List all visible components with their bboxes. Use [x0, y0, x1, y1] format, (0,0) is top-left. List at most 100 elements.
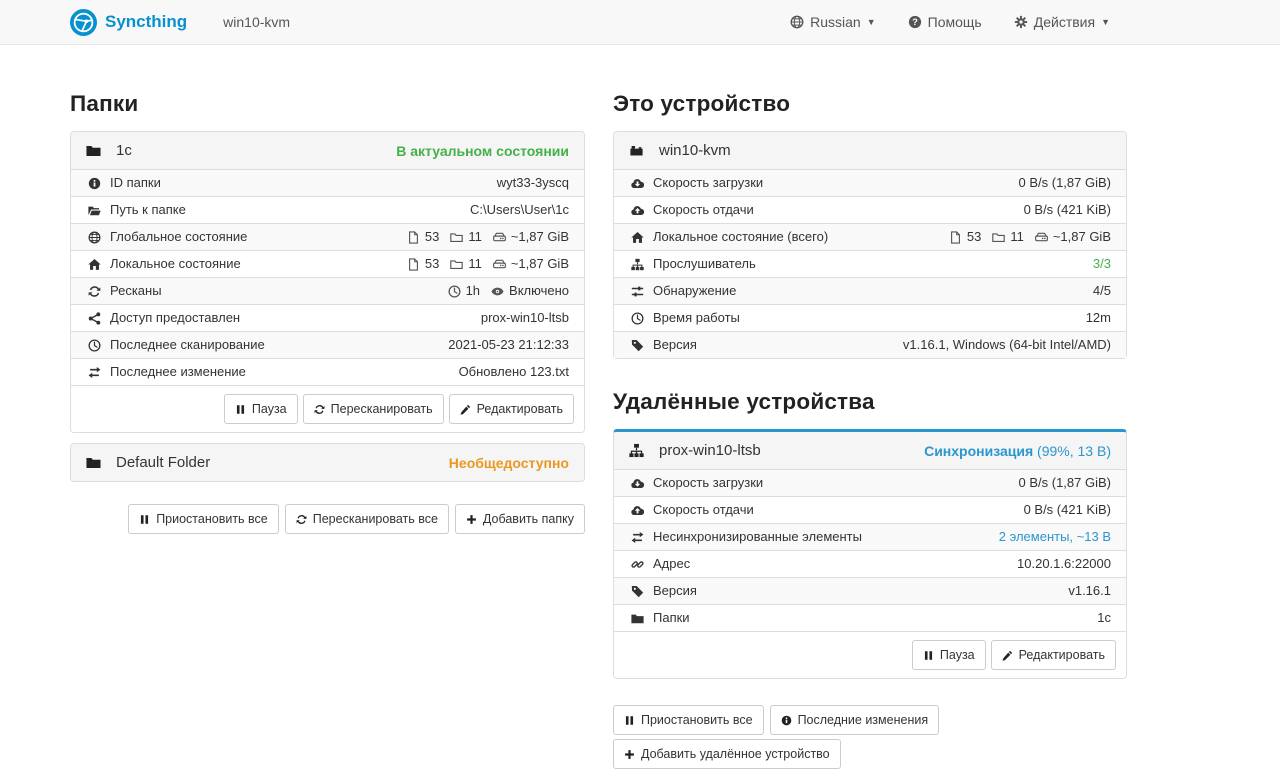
row-label: Папки: [629, 608, 690, 628]
tag-icon: [629, 585, 645, 598]
table-row: Скорость загрузки0 B/s (1,87 GiB): [614, 170, 1126, 196]
help-label: Помощь: [928, 14, 982, 30]
devices-actions: Приостановить все Последние изменения Доба…: [613, 705, 1127, 769]
language-menu[interactable]: Russian ▼: [790, 14, 876, 30]
syncthing-brand[interactable]: Syncthing: [70, 9, 187, 36]
home-icon: [86, 258, 102, 271]
pause-folder-button[interactable]: Пауза: [224, 394, 298, 424]
recent-changes-button[interactable]: Последние изменения: [770, 705, 940, 735]
panel-name: prox-win10-ltsb: [659, 442, 761, 459]
value-segment: 0 B/s (421 KiB): [1024, 200, 1111, 220]
button-label: Добавить удалённое устройство: [641, 745, 830, 763]
value-segment: 10.20.1.6:22000: [1017, 554, 1111, 574]
row-value: 3/3: [1093, 254, 1111, 274]
row-label: Скорость отдачи: [629, 500, 754, 520]
folder-open-icon: [86, 204, 102, 217]
device-win10-kvm-heading[interactable]: win10-kvm: [614, 132, 1126, 169]
syncthing-logo-icon: [70, 9, 97, 36]
pause-all-devices-button[interactable]: Приостановить все: [613, 705, 764, 735]
brand-name: Syncthing: [105, 12, 187, 32]
row-value: v1.16.1, Windows (64-bit Intel/AMD): [903, 335, 1111, 355]
row-value-link[interactable]: 2 элементы, ~13 B: [999, 527, 1111, 547]
pencil-icon: [1002, 650, 1013, 661]
exchange-icon: [629, 531, 645, 544]
add-folder-button[interactable]: Добавить папку: [455, 504, 585, 534]
row-value: 5311~1,87 GiB: [949, 227, 1111, 247]
row-label: Доступ предоставлен: [86, 308, 240, 328]
device-prox-win10-ltsb-heading[interactable]: prox-win10-ltsb Синхронизация (99%, 13 B): [614, 432, 1126, 469]
row-value: 0 B/s (421 KiB): [1024, 200, 1111, 220]
panel-name: win10-kvm: [659, 142, 731, 159]
value-segment: 1c: [1097, 608, 1111, 628]
refresh-icon: [86, 285, 102, 298]
share-icon: [86, 312, 102, 325]
row-label: Несинхронизированные элементы: [629, 527, 862, 547]
pause-icon: [624, 715, 635, 726]
hdd-o-icon: [493, 258, 506, 271]
row-value: 53 11 ~1,87 GiB: [407, 254, 569, 274]
value-segment: prox-win10-ltsb: [481, 308, 569, 328]
value-segment: 2021-05-23 21:12:33: [448, 335, 569, 355]
value-segment: 0 B/s (421 KiB): [1024, 500, 1111, 520]
table-row: Скорость загрузки0 B/s (1,87 GiB): [614, 470, 1126, 496]
table-row: Время работы12m: [614, 304, 1126, 331]
status-badge: Синхронизация (99%, 13 B): [924, 443, 1111, 459]
clock-icon: [448, 285, 461, 298]
rescan-folder-button[interactable]: Пересканировать: [303, 394, 444, 424]
sitemap-icon: [629, 258, 645, 271]
plus-icon: [624, 749, 635, 760]
plus-icon: [466, 514, 477, 525]
value-segment: Включено: [491, 281, 569, 301]
cloud-up-icon: [629, 204, 645, 217]
chevron-down-icon: ▼: [1101, 17, 1110, 27]
help-menu[interactable]: ? Помощь: [908, 14, 982, 30]
row-value: 4/5: [1093, 281, 1111, 301]
svg-text:?: ?: [912, 17, 918, 27]
table-row: Ресканы1hВключено: [71, 277, 584, 304]
value-segment: 11: [450, 254, 482, 274]
table-row: Обнаружение4/5: [614, 277, 1126, 304]
chevron-down-icon: ▼: [867, 17, 876, 27]
cloud-up-icon: [629, 504, 645, 517]
folder-default-heading[interactable]: Default FolderНеобщедоступно: [71, 444, 584, 481]
question-circle-icon: ?: [908, 15, 922, 29]
value-segment: 53: [407, 254, 439, 274]
devices-column: Это устройство win10-kvm Скорость загрузк…: [613, 91, 1127, 769]
pause-device-button[interactable]: Пауза: [912, 640, 986, 670]
rescan-all-folders-button[interactable]: Пересканировать все: [285, 504, 449, 534]
row-value: 12m: [1086, 308, 1111, 328]
row-value: 1hВключено: [448, 281, 569, 301]
folder-1c-heading[interactable]: 1cВ актуальном состоянии: [71, 132, 584, 169]
this-device-title: Это устройство: [613, 91, 1127, 117]
remote-devices-title: Удалённые устройства: [613, 389, 1127, 415]
pause-icon: [139, 514, 150, 525]
folder-icon: [86, 455, 101, 470]
pause-all-folders-button[interactable]: Приостановить все: [128, 504, 279, 534]
row-label: Глобальное состояние: [86, 227, 247, 247]
cloud-down-icon: [629, 177, 645, 190]
value-segment: ~1,87 GiB: [493, 254, 569, 274]
status-badge: В актуальном состоянии: [396, 143, 569, 159]
add-remote-device-button[interactable]: Добавить удалённое устройство: [613, 739, 841, 769]
row-label: ID папки: [86, 173, 161, 193]
table-row: Глобальное состояние5311~1,87 GiB: [71, 223, 584, 250]
table-row: Доступ предоставлен prox-win10-ltsb: [71, 304, 584, 331]
device-prox-win10-ltsb-panel: prox-win10-ltsb Синхронизация (99%, 13 B)…: [613, 429, 1127, 679]
row-label: Версия: [629, 335, 697, 355]
value-segment: C:\Users\User\1c: [470, 200, 569, 220]
table-row: Последнее сканирование2021-05-23 21:12:3…: [71, 331, 584, 358]
edit-device-button[interactable]: Редактировать: [991, 640, 1116, 670]
table-row: Скорость отдачи0 B/s (421 KiB): [614, 196, 1126, 223]
navbar: Syncthing win10-kvm Russian ▼ ? Помощь Д…: [0, 0, 1280, 45]
edit-folder-button[interactable]: Редактировать: [449, 394, 574, 424]
panel-footer: ПаузаПересканироватьРедактировать: [71, 385, 584, 432]
pause-icon: [235, 404, 246, 415]
folders-actions: Приостановить всеПересканировать все Доба…: [70, 504, 585, 534]
actions-menu[interactable]: Действия ▼: [1014, 14, 1110, 30]
button-label: Добавить папку: [483, 510, 574, 528]
language-label: Russian: [810, 14, 861, 30]
button-label: Последние изменения: [798, 711, 929, 729]
refresh-icon: [296, 514, 307, 525]
row-label: Последнее изменение: [86, 362, 246, 382]
device-win10-kvm-panel: win10-kvm Скорость загрузки0 B/s (1,87 Gi…: [613, 131, 1127, 359]
